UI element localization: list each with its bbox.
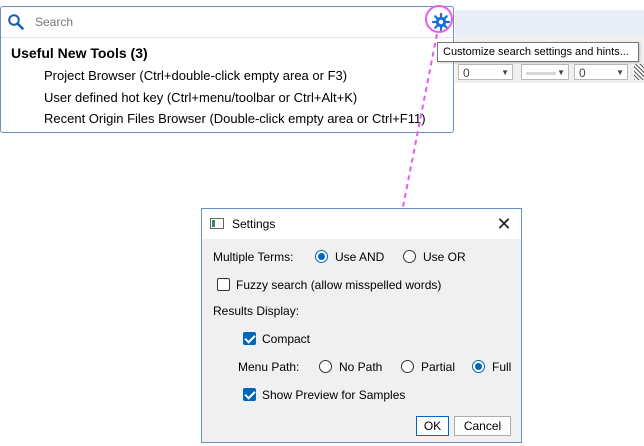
background-combo-2[interactable]: ▼ — [521, 64, 569, 80]
highlight-circle — [425, 5, 453, 33]
cancel-button[interactable]: Cancel — [454, 416, 511, 436]
dialog-title: Settings — [232, 217, 276, 231]
partial-radio[interactable] — [401, 360, 414, 373]
search-popup: Useful New Tools (3) Project Browser (Ct… — [0, 6, 454, 133]
background-menu-strip — [455, 10, 644, 36]
search-input[interactable] — [35, 14, 415, 30]
close-icon[interactable]: ✕ — [493, 213, 515, 235]
no-path-radio[interactable] — [319, 360, 332, 373]
compact-checkbox[interactable] — [243, 332, 256, 345]
line-preview — [526, 72, 556, 76]
divider — [1, 37, 453, 38]
fuzzy-search-label[interactable]: Fuzzy search (allow misspelled words) — [236, 278, 441, 292]
window-icon — [210, 218, 224, 229]
fuzzy-search-checkbox[interactable] — [217, 278, 230, 291]
settings-dialog: Settings ✕ Multiple Terms: Use AND Use O… — [201, 208, 522, 443]
results-heading: Useful New Tools (3) — [11, 45, 148, 61]
use-and-label[interactable]: Use AND — [335, 250, 384, 264]
use-or-radio[interactable] — [403, 250, 416, 263]
ok-button[interactable]: OK — [416, 416, 449, 436]
background-combo-3[interactable]: 0 ▼ — [574, 64, 628, 80]
show-preview-checkbox[interactable] — [243, 388, 256, 401]
no-path-label[interactable]: No Path — [339, 360, 382, 374]
background-combo-1-value: 0 — [463, 66, 470, 80]
menu-path-label: Menu Path: — [238, 360, 300, 374]
multiple-terms-label: Multiple Terms: — [213, 250, 294, 264]
result-item-recent-files[interactable]: Recent Origin Files Browser (Double-clic… — [44, 111, 426, 126]
background-combo-3-value: 0 — [579, 66, 586, 80]
compact-label[interactable]: Compact — [262, 332, 310, 346]
search-icon — [8, 14, 24, 30]
show-preview-label[interactable]: Show Preview for Samples — [262, 388, 405, 402]
result-item-project-browser[interactable]: Project Browser (Ctrl+double-click empty… — [44, 68, 347, 83]
hatch-pattern-icon — [634, 64, 644, 80]
dialog-titlebar[interactable]: Settings ✕ — [202, 209, 521, 239]
tooltip: Customize search settings and hints... — [437, 42, 639, 62]
use-or-label[interactable]: Use OR — [423, 250, 466, 264]
chevron-down-icon: ▼ — [557, 68, 565, 77]
background-combo-1[interactable]: 0 ▼ — [458, 64, 513, 80]
chevron-down-icon: ▼ — [501, 68, 509, 77]
result-item-hot-key[interactable]: User defined hot key (Ctrl+menu/toolbar … — [44, 90, 357, 105]
use-and-radio[interactable] — [315, 250, 328, 263]
chevron-down-icon: ▼ — [616, 68, 624, 77]
full-radio[interactable] — [472, 360, 485, 373]
partial-label[interactable]: Partial — [421, 360, 455, 374]
results-display-label: Results Display: — [213, 304, 300, 318]
full-label[interactable]: Full — [492, 360, 511, 374]
